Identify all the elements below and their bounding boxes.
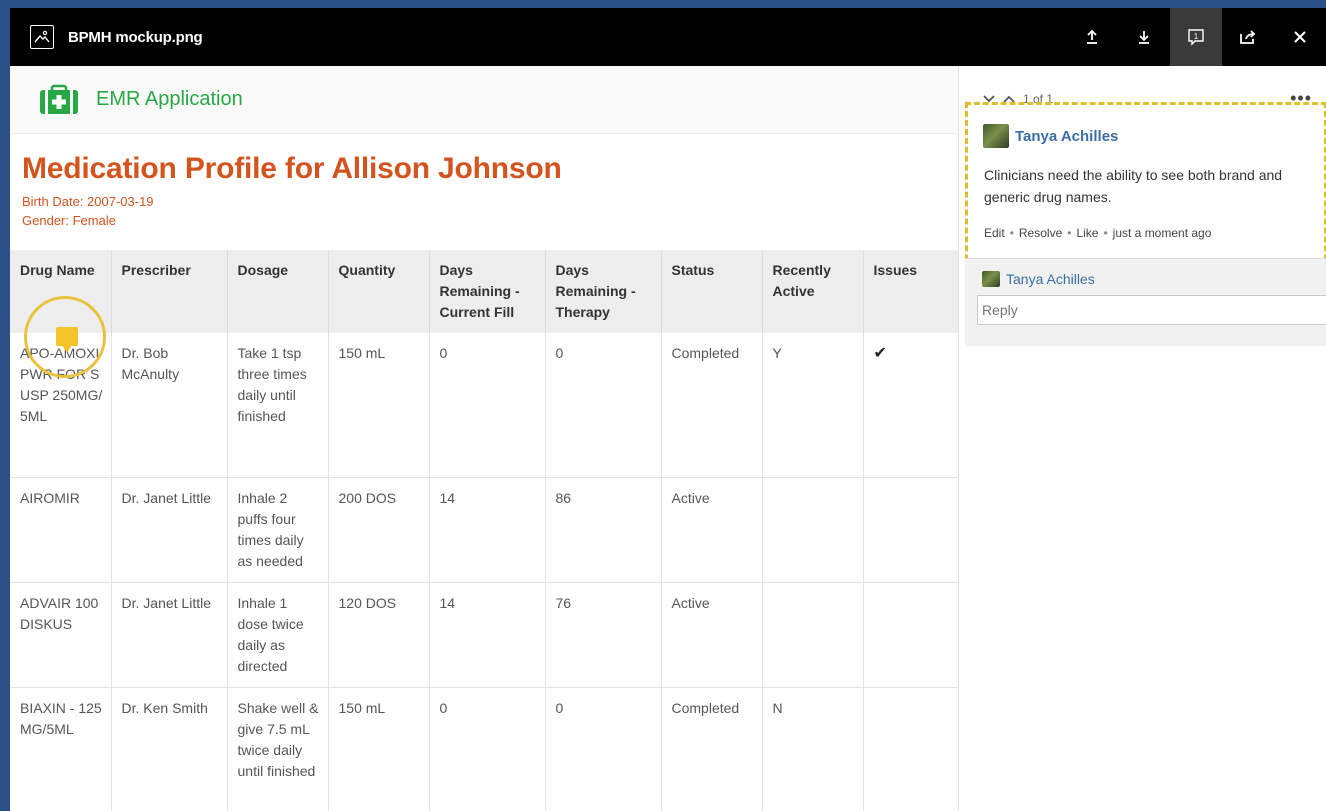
app-header: EMR Application (10, 66, 958, 134)
reply-author: Tanya Achilles (982, 271, 1095, 287)
avatar (982, 271, 1000, 287)
reply-author-name: Tanya Achilles (1006, 271, 1095, 287)
comment-text: Clinicians need the ability to see both … (984, 167, 1283, 205)
issues-cell (863, 477, 958, 583)
window-left-stripe (0, 8, 10, 811)
viewer-title-bar: BPMH mockup.png 1 (10, 8, 1326, 66)
author-name[interactable]: Tanya Achilles (1015, 128, 1118, 145)
download-icon (1139, 31, 1149, 44)
drug-name-cell: ADVAIR 100 DISKUS (10, 582, 112, 688)
prescriber-cell: Dr. Janet Little (111, 477, 228, 583)
reply-section: Tanya Achilles (965, 258, 1326, 346)
page-title: Medication Profile for Allison Johnson (22, 152, 562, 185)
close-button[interactable] (1274, 8, 1326, 66)
table-row: ADVAIR 100 DISKUS Dr. Janet Little Inhal… (10, 582, 958, 688)
quantity-cell: 150 mL (328, 333, 430, 478)
days-therapy-cell: 76 (545, 582, 662, 688)
window-top-stripe (0, 0, 1326, 8)
table-header-row: Drug Name Prescriber Dosage Quantity Day… (10, 250, 958, 333)
days-current-fill-cell: 0 (429, 333, 546, 478)
days-current-fill-cell: 14 (429, 582, 546, 688)
image-file-icon (30, 25, 54, 49)
column-header[interactable]: Prescriber (111, 250, 228, 333)
recently-active-cell: Y (762, 333, 864, 478)
like-link[interactable]: Like (1076, 226, 1098, 240)
edit-link[interactable]: Edit (984, 226, 1005, 240)
quantity-cell: 200 DOS (328, 477, 430, 583)
patient-profile: Medication Profile for Allison Johnson B… (10, 134, 958, 230)
issues-check-icon: ✔ (863, 333, 958, 478)
drug-name-cell: BIAXIN - 125MG/5ML (10, 687, 112, 811)
svg-text:1: 1 (1194, 32, 1199, 41)
quantity-cell: 120 DOS (328, 582, 430, 688)
status-cell: Completed (661, 333, 763, 478)
comments-panel: 1 of 1 ••• Tanya Achilles Clinicians nee… (958, 66, 1326, 811)
quantity-cell: 150 mL (328, 687, 430, 811)
medication-table: Drug Name Prescriber Dosage Quantity Day… (10, 250, 958, 811)
prescriber-cell: Dr. Bob McAnulty (111, 333, 228, 478)
recently-active-cell (762, 582, 864, 688)
file-name: BPMH mockup.png (68, 28, 203, 46)
comments-toggle-button[interactable]: 1 (1170, 8, 1222, 66)
close-icon (1294, 31, 1306, 43)
recently-active-cell: N (762, 687, 864, 811)
issues-cell (863, 582, 958, 688)
days-therapy-cell: 86 (545, 477, 662, 583)
medical-kit-icon (40, 84, 78, 114)
upload-button[interactable] (1066, 8, 1118, 66)
column-header[interactable]: Issues (863, 250, 958, 333)
app-name: EMR Application (96, 88, 243, 110)
upload-icon (1087, 29, 1097, 44)
reply-input[interactable] (977, 295, 1326, 325)
prescriber-cell: Dr. Janet Little (111, 582, 228, 688)
days-therapy-cell: 0 (545, 687, 662, 811)
comment-pin-icon[interactable] (56, 327, 78, 353)
column-header[interactable]: Dosage (227, 250, 329, 333)
days-current-fill-cell: 14 (429, 477, 546, 583)
share-icon (1240, 30, 1256, 44)
status-cell: Completed (661, 687, 763, 811)
comment-author[interactable]: Tanya Achilles (983, 124, 1118, 148)
download-button[interactable] (1118, 8, 1170, 66)
birth-date: Birth Date: 2007-03-19 (22, 194, 154, 209)
comment-timestamp: just a moment ago (1112, 226, 1212, 240)
column-header[interactable]: Days Remaining - Therapy (545, 250, 662, 333)
status-cell: Active (661, 582, 763, 688)
viewer-actions: 1 (1066, 8, 1326, 66)
gender: Gender: Female (22, 213, 116, 228)
share-button[interactable] (1222, 8, 1274, 66)
days-current-fill-cell: 0 (429, 687, 546, 811)
days-therapy-cell: 0 (545, 333, 662, 478)
comment-actions: Edit • Resolve • Like • just a moment ago (984, 226, 1212, 240)
recently-active-cell (762, 477, 864, 583)
column-header[interactable]: Days Remaining - Current Fill (429, 250, 546, 333)
column-header[interactable]: Quantity (328, 250, 430, 333)
dosage-cell: Take 1 tsp three times daily until finis… (227, 333, 329, 478)
mockup-image: EMR Application Medication Profile for A… (10, 66, 958, 811)
resolve-link[interactable]: Resolve (1019, 226, 1062, 240)
prescriber-cell: Dr. Ken Smith (111, 687, 228, 811)
dosage-cell: Inhale 1 dose twice daily as directed (227, 582, 329, 688)
table-row: APO-AMOXI PWR FOR SUSP 250MG/5ML Dr. Bob… (10, 333, 958, 478)
column-header[interactable]: Recently Active (762, 250, 864, 333)
comment-count-icon: 1 (1188, 29, 1204, 46)
drug-name-cell: AIROMIR (10, 477, 112, 583)
avatar (983, 124, 1009, 148)
status-cell: Active (661, 477, 763, 583)
column-header[interactable]: Status (661, 250, 763, 333)
table-row: BIAXIN - 125MG/5ML Dr. Ken Smith Shake w… (10, 687, 958, 811)
dosage-cell: Inhale 2 puffs four times daily as neede… (227, 477, 329, 583)
issues-cell (863, 687, 958, 811)
table-row: AIROMIR Dr. Janet Little Inhale 2 puffs … (10, 477, 958, 583)
dosage-cell: Shake well & give 7.5 mL twice daily unt… (227, 687, 329, 811)
